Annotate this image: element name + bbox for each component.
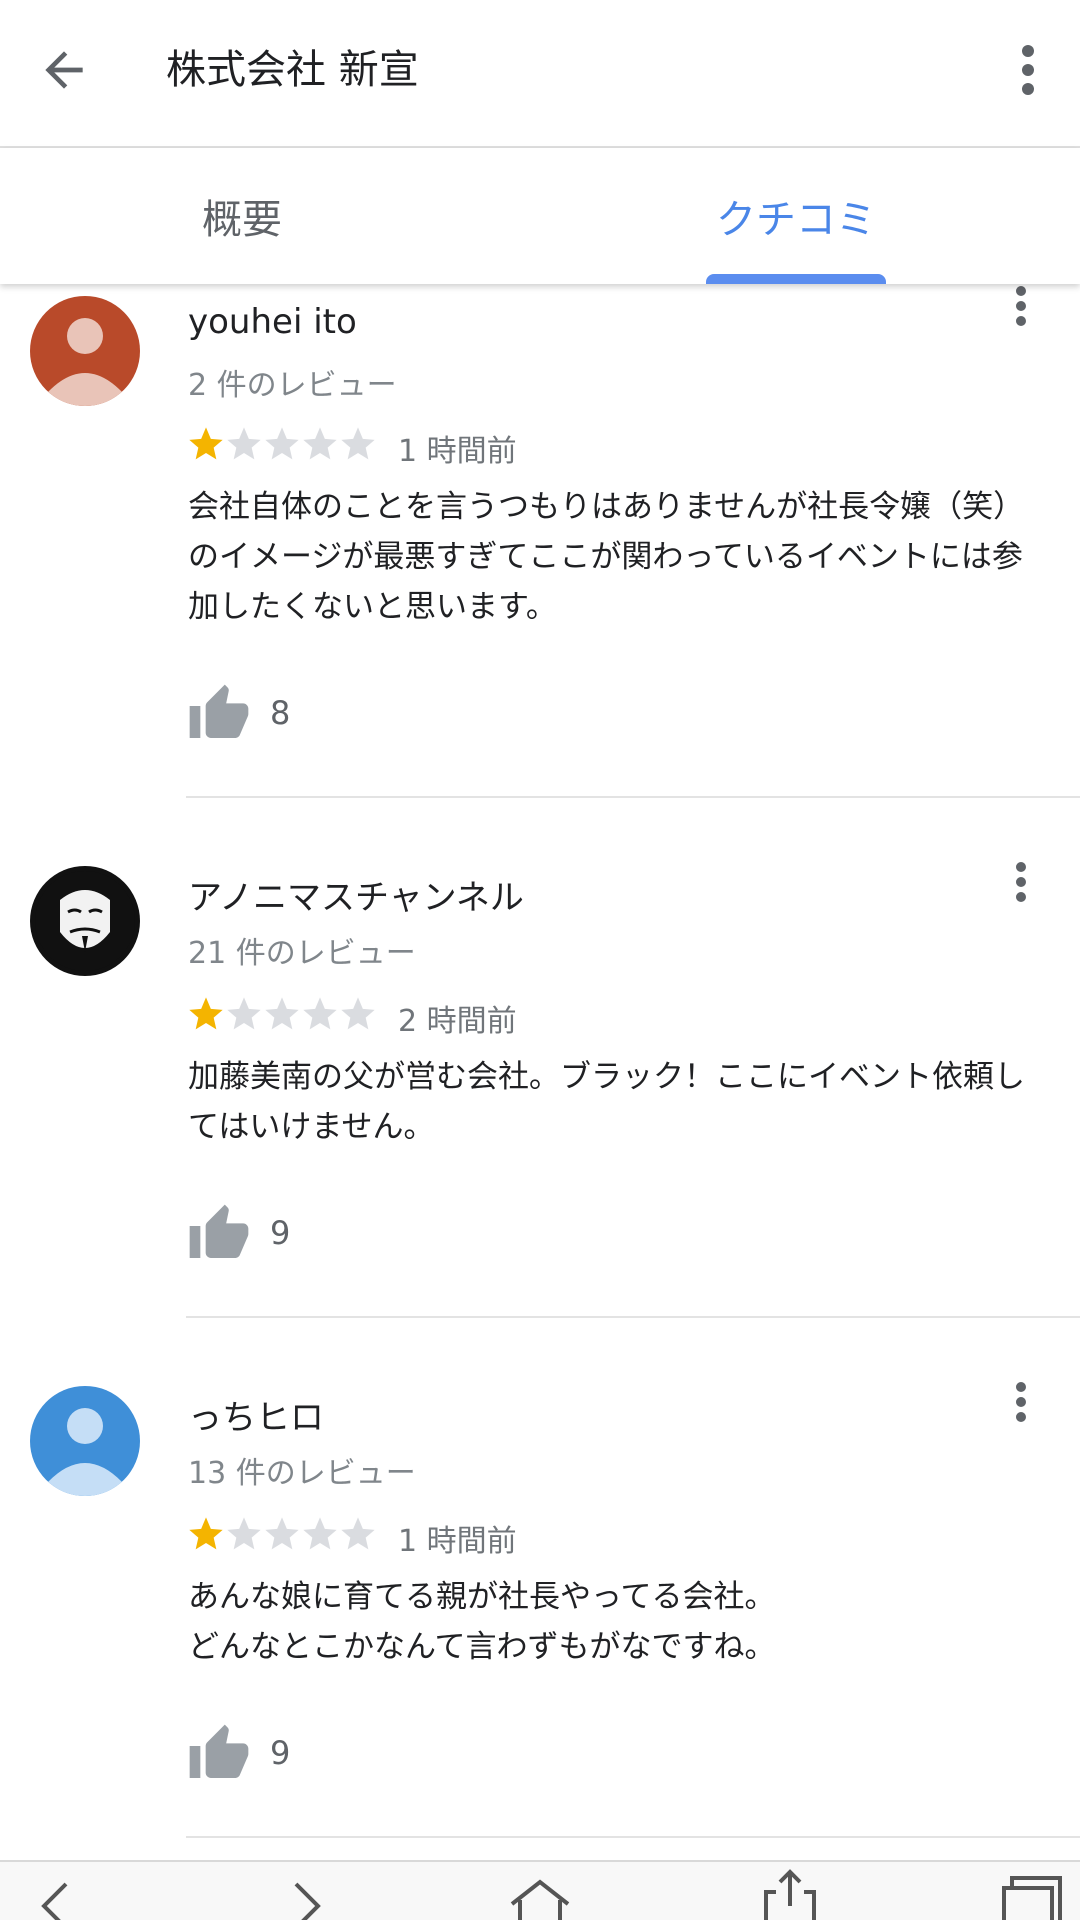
nav-home-button[interactable] [500, 1862, 580, 1920]
home-icon [510, 1879, 570, 1920]
star-empty-icon [341, 427, 375, 460]
star-filled-icon [189, 1517, 223, 1550]
avatar[interactable] [30, 1386, 140, 1496]
star-rating [186, 424, 376, 464]
more-vert-icon [1022, 45, 1034, 95]
back-icon [41, 1882, 68, 1920]
avatar[interactable] [30, 866, 140, 976]
tab-overview[interactable]: 概要 [142, 148, 342, 284]
star-empty-icon [265, 997, 299, 1030]
review-author[interactable]: アノニマスチャンネル [188, 870, 524, 919]
star-empty-icon [265, 1517, 299, 1550]
mask-icon [35, 871, 135, 971]
star-filled-icon [189, 427, 223, 460]
star-empty-icon [227, 997, 261, 1030]
person-icon [48, 1408, 122, 1496]
person-icon [48, 318, 122, 406]
review-count: 2 件のレビュー [188, 368, 397, 403]
review-author[interactable]: っちヒロ [188, 1390, 324, 1439]
star-rating [186, 994, 376, 1034]
more-options-button[interactable] [1000, 34, 1056, 106]
star-empty-icon [303, 427, 337, 460]
star-empty-icon [227, 1517, 261, 1550]
review-text: あんな娘に育てる親が社長やってる会社。 どんなとこかなんて言わずもがなですね。 [188, 1579, 776, 1665]
review-time: 2 時間前 [398, 1004, 517, 1039]
app-bar: 株式会社 新宣 [0, 0, 1080, 148]
star-empty-icon [341, 1517, 375, 1550]
star-rating [186, 1514, 376, 1554]
nav-tabs-button[interactable] [990, 1862, 1070, 1920]
thumb-up-icon[interactable] [184, 1722, 254, 1786]
review-more-button[interactable] [1004, 1372, 1038, 1432]
thumb-up-icon[interactable] [184, 682, 254, 746]
nav-share-button[interactable] [750, 1862, 830, 1920]
nav-back-button[interactable] [20, 1862, 100, 1920]
review-count: 21 件のレビュー [188, 936, 416, 971]
page-title: 株式会社 新宣 [166, 47, 419, 93]
like-count: 9 [270, 1214, 291, 1252]
divider [186, 1836, 1080, 1838]
like-count: 9 [270, 1734, 291, 1772]
avatar[interactable] [30, 296, 140, 406]
tab-reviews[interactable]: クチコミ [700, 148, 892, 284]
bottom-toolbar [0, 1860, 1080, 1920]
review-more-button[interactable] [1004, 276, 1038, 336]
thumb-up-icon[interactable] [184, 1202, 254, 1266]
review-time: 1 時間前 [398, 434, 517, 469]
review-time: 1 時間前 [398, 1524, 517, 1559]
forward-icon [294, 1882, 321, 1920]
star-empty-icon [303, 1517, 337, 1550]
star-filled-icon [189, 997, 223, 1030]
like-count: 8 [270, 694, 291, 732]
tab-bar: 概要 クチコミ [0, 148, 1080, 284]
arrow-left-icon [45, 51, 83, 89]
star-empty-icon [265, 427, 299, 460]
review-count: 13 件のレビュー [188, 1456, 416, 1491]
active-tab-indicator [706, 274, 886, 284]
divider [186, 1316, 1080, 1318]
tabs-icon [1002, 1876, 1062, 1920]
star-empty-icon [227, 427, 261, 460]
more-vert-icon [1016, 862, 1026, 902]
review-more-button[interactable] [1004, 852, 1038, 912]
more-vert-icon [1016, 1382, 1026, 1422]
review-author[interactable]: youhei ito [188, 302, 357, 342]
app-screen: 株式会社 新宣 概要 クチコミ youhei ito 2 件のレビュー 1 時間… [0, 0, 1080, 1920]
divider [186, 796, 1080, 798]
nav-forward-button[interactable] [268, 1862, 348, 1920]
back-button[interactable] [28, 30, 100, 110]
more-vert-icon [1016, 286, 1026, 326]
review-text: 加藤美南の父が営む会社。ブラック！ここにイベント依頼してはいけません。 [188, 1059, 1025, 1145]
star-empty-icon [303, 997, 337, 1030]
star-empty-icon [341, 997, 375, 1030]
review-text: 会社自体のことを言うつもりはありませんが社長令嬢（笑）のイメージが最悪すぎてここ… [188, 489, 1025, 625]
share-icon [764, 1869, 816, 1920]
